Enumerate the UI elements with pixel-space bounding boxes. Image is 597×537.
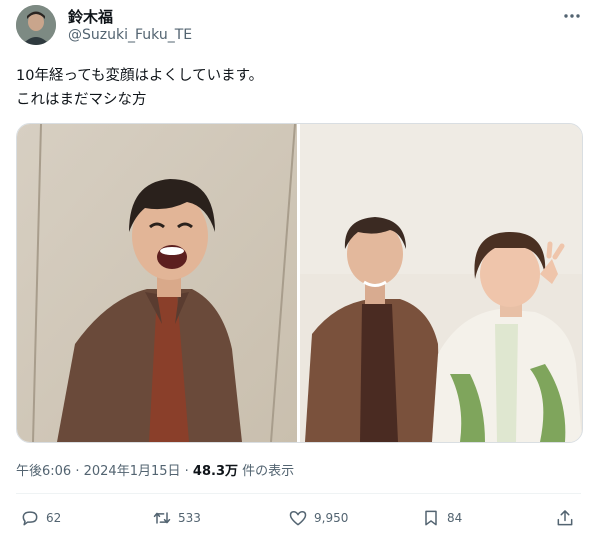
photo-2[interactable]: [300, 124, 582, 442]
media-grid: [16, 123, 583, 443]
views-count: 48.3万: [192, 464, 238, 479]
like-icon: [289, 511, 307, 526]
repost-icon: [153, 512, 171, 524]
like-button[interactable]: 9,950: [288, 506, 348, 530]
views-label: 件の表示: [238, 464, 295, 479]
meta-separator: ·: [180, 464, 193, 479]
photo-1[interactable]: [17, 124, 297, 442]
author-name[interactable]: 鈴木福: [68, 6, 113, 27]
reply-icon: [22, 511, 38, 526]
more-icon[interactable]: [562, 6, 582, 26]
share-icon: [557, 510, 573, 526]
avatar[interactable]: [16, 5, 56, 45]
avatar-image: [16, 5, 56, 45]
share-button[interactable]: [555, 506, 575, 530]
reply-count: 62: [46, 511, 62, 525]
divider: [16, 493, 581, 494]
post-meta: 午後6:06 · 2024年1月15日 · 48.3万 件の表示: [16, 460, 294, 479]
post-time[interactable]: 午後6:06: [16, 464, 71, 479]
bookmark-icon: [425, 510, 437, 526]
post-date[interactable]: 2024年1月15日: [84, 464, 181, 479]
post-text: 10年経っても変顔はよくしています。 これはまだマシな方: [16, 64, 263, 112]
author-handle[interactable]: @Suzuki_Fuku_TE: [68, 27, 192, 43]
repost-button[interactable]: 533: [152, 506, 201, 530]
meta-separator: ·: [71, 464, 84, 479]
reply-button[interactable]: 62: [20, 506, 61, 530]
post-text-line: 10年経っても変顔はよくしています。: [16, 68, 264, 84]
like-count: 9,950: [314, 511, 349, 525]
repost-count: 533: [178, 511, 201, 525]
post-text-line: これはまだマシな方: [16, 92, 147, 108]
bookmark-count: 84: [447, 511, 463, 525]
bookmark-button[interactable]: 84: [421, 506, 462, 530]
